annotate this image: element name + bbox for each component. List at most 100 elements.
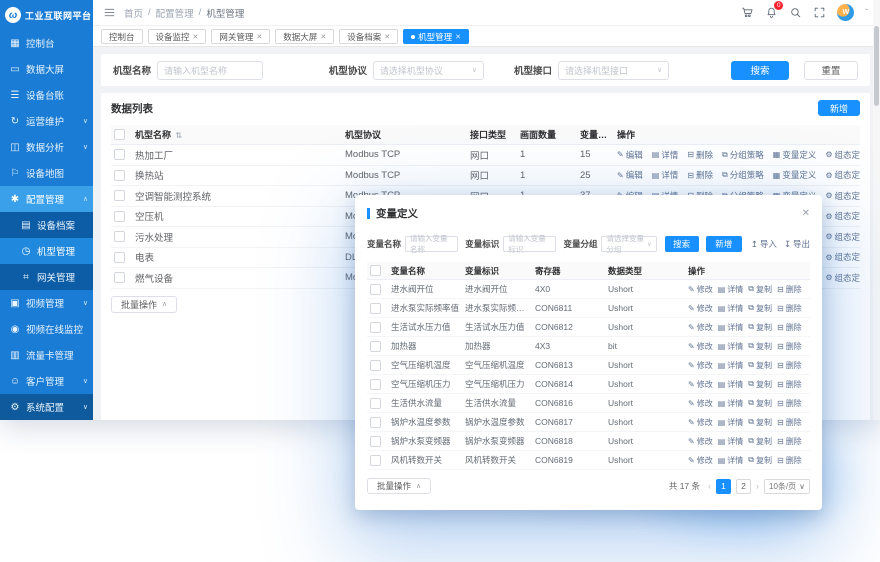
tab[interactable]: 数据大屏 ✕ bbox=[275, 29, 334, 44]
modal-add-button[interactable]: 新增 bbox=[706, 236, 742, 252]
row-action-link[interactable]: ⊟ 删除 bbox=[687, 149, 713, 161]
row-checkbox[interactable] bbox=[370, 284, 381, 295]
row-action-link[interactable]: ✎ 编辑 bbox=[617, 149, 643, 161]
row-action-link[interactable]: ▤ 详情 bbox=[652, 149, 679, 161]
row-action-link[interactable]: ⚙ 组态定义 bbox=[825, 251, 860, 263]
prev-page-icon[interactable]: ‹ bbox=[708, 481, 711, 491]
sidebar-item[interactable]: ✱ 配置管理 ∧ bbox=[0, 186, 93, 212]
row-action-link[interactable]: ⧉ 复制 bbox=[748, 455, 772, 466]
row-action-link[interactable]: ⧉ 复制 bbox=[748, 379, 772, 390]
row-action-link[interactable]: ⧉ 复制 bbox=[748, 303, 772, 314]
model-name-input[interactable]: 请输入机型名称 bbox=[157, 61, 263, 80]
row-action-link[interactable]: ✎ 修改 bbox=[688, 455, 713, 466]
row-action-link[interactable]: ⊟ 删除 bbox=[777, 322, 802, 333]
batch-action-button[interactable]: 批量操作 ∧ bbox=[111, 296, 177, 313]
row-action-link[interactable]: ⧉ 复制 bbox=[748, 284, 772, 295]
scrollbar[interactable] bbox=[873, 0, 880, 420]
tab-close-icon[interactable]: ✕ bbox=[193, 33, 199, 41]
sidebar-item[interactable]: ⚙ 系统配置 ∨ bbox=[0, 394, 93, 420]
sidebar-item[interactable]: ⚐ 设备地图 bbox=[0, 160, 93, 186]
row-checkbox[interactable] bbox=[114, 272, 125, 283]
row-checkbox[interactable] bbox=[370, 341, 381, 352]
row-action-link[interactable]: ✎ 修改 bbox=[688, 436, 713, 447]
row-action-link[interactable]: ▤ 详情 bbox=[718, 436, 744, 447]
row-checkbox[interactable] bbox=[114, 231, 125, 242]
row-action-link[interactable]: ⧉ 复制 bbox=[748, 398, 772, 409]
tab-close-icon[interactable]: ✕ bbox=[320, 33, 326, 41]
row-action-link[interactable]: ▤ 详情 bbox=[718, 322, 744, 333]
import-link[interactable]: ↥ 导入 bbox=[751, 238, 777, 250]
reset-button[interactable]: 重置 bbox=[804, 61, 858, 80]
tab[interactable]: 控制台 ✕ bbox=[101, 29, 143, 44]
search-button[interactable]: 搜索 bbox=[731, 61, 789, 80]
row-checkbox[interactable] bbox=[114, 252, 125, 263]
export-link[interactable]: ↧ 导出 bbox=[784, 238, 810, 250]
row-action-link[interactable]: ⚙ 组态定义 bbox=[825, 272, 860, 284]
row-action-link[interactable]: ▦ 变量定义 bbox=[773, 169, 817, 181]
row-action-link[interactable]: ⊟ 删除 bbox=[777, 360, 802, 371]
row-action-link[interactable]: ✎ 修改 bbox=[688, 284, 713, 295]
next-page-icon[interactable]: › bbox=[756, 481, 759, 491]
row-action-link[interactable]: ⚙ 组态定义 bbox=[825, 231, 860, 243]
row-action-link[interactable]: ▤ 详情 bbox=[718, 455, 744, 466]
row-action-link[interactable]: ⊟ 删除 bbox=[777, 455, 802, 466]
row-action-link[interactable]: ⊟ 删除 bbox=[777, 341, 802, 352]
row-action-link[interactable]: ⚙ 组态定义 bbox=[825, 190, 860, 202]
avatar[interactable]: W bbox=[837, 4, 854, 21]
row-action-link[interactable]: ✎ 修改 bbox=[688, 303, 713, 314]
row-action-link[interactable]: ✎ 修改 bbox=[688, 322, 713, 333]
row-checkbox[interactable] bbox=[114, 170, 125, 181]
row-action-link[interactable]: ⧉ 复制 bbox=[748, 322, 772, 333]
row-action-link[interactable]: ⊟ 删除 bbox=[777, 303, 802, 314]
row-checkbox[interactable] bbox=[114, 149, 125, 160]
select-all-checkbox[interactable] bbox=[114, 129, 125, 140]
page-2-button[interactable]: 2 bbox=[736, 479, 751, 494]
row-checkbox[interactable] bbox=[114, 211, 125, 222]
sidebar-item[interactable]: ▣ 视频管理 ∨ bbox=[0, 290, 93, 316]
tab[interactable]: 设备监控 ✕ bbox=[148, 29, 207, 44]
var-group-select[interactable]: 请选择变量分组 ∨ bbox=[601, 236, 656, 252]
row-action-link[interactable]: ▤ 详情 bbox=[718, 284, 744, 295]
row-checkbox[interactable] bbox=[370, 379, 381, 390]
row-action-link[interactable]: ▤ 详情 bbox=[718, 341, 744, 352]
row-checkbox[interactable] bbox=[370, 455, 381, 466]
sidebar-item[interactable]: ▤ 设备档案 bbox=[0, 212, 93, 238]
row-action-link[interactable]: ⧉ 复制 bbox=[748, 417, 772, 428]
sidebar-item[interactable]: ↻ 运营维护 ∨ bbox=[0, 108, 93, 134]
sidebar-item[interactable]: ◉ 视频在线监控 bbox=[0, 316, 93, 342]
row-action-link[interactable]: ⊟ 删除 bbox=[777, 398, 802, 409]
cart-icon[interactable] bbox=[741, 6, 754, 19]
tab-close-icon[interactable]: ✕ bbox=[384, 33, 390, 41]
row-action-link[interactable]: ▤ 详情 bbox=[718, 303, 744, 314]
row-action-link[interactable]: ✎ 修改 bbox=[688, 379, 713, 390]
row-action-link[interactable]: ⊟ 删除 bbox=[687, 169, 713, 181]
add-button[interactable]: 新增 bbox=[818, 100, 860, 116]
hamburger-icon[interactable] bbox=[103, 6, 116, 19]
var-ident-input[interactable]: 请输入变量标识 bbox=[503, 236, 556, 252]
row-action-link[interactable]: ▤ 详情 bbox=[718, 398, 744, 409]
row-checkbox[interactable] bbox=[370, 360, 381, 371]
bell-icon[interactable]: 0 bbox=[765, 6, 778, 19]
row-action-link[interactable]: ⧉ 分组策略 bbox=[722, 169, 764, 181]
row-checkbox[interactable] bbox=[370, 303, 381, 314]
row-action-link[interactable]: ⧉ 复制 bbox=[748, 341, 772, 352]
row-action-link[interactable]: ✎ 修改 bbox=[688, 360, 713, 371]
row-action-link[interactable]: ✎ 修改 bbox=[688, 341, 713, 352]
tab[interactable]: 机型管理 ✕ bbox=[403, 29, 469, 44]
scrollbar-thumb[interactable] bbox=[874, 26, 879, 106]
row-action-link[interactable]: ▤ 详情 bbox=[718, 360, 744, 371]
breadcrumb-config[interactable]: 配置管理 bbox=[156, 6, 194, 20]
row-action-link[interactable]: ⚙ 组态定义 bbox=[825, 210, 860, 222]
row-checkbox[interactable] bbox=[370, 322, 381, 333]
row-action-link[interactable]: ⊟ 删除 bbox=[777, 379, 802, 390]
modal-batch-action-button[interactable]: 批量操作 ∧ bbox=[367, 478, 431, 494]
row-action-link[interactable]: ✎ 编辑 bbox=[617, 169, 643, 181]
sort-icon[interactable]: ⇅ bbox=[176, 131, 183, 140]
row-action-link[interactable]: ▦ 变量定义 bbox=[773, 149, 817, 161]
page-size-select[interactable]: 10条/页 ∨ bbox=[764, 479, 810, 494]
tab-close-icon[interactable]: ✕ bbox=[455, 33, 461, 41]
var-name-input[interactable]: 请输入变量名称 bbox=[405, 236, 458, 252]
row-action-link[interactable]: ⧉ 复制 bbox=[748, 360, 772, 371]
sidebar-item[interactable]: ☰ 设备台账 bbox=[0, 82, 93, 108]
tab[interactable]: 设备档案 ✕ bbox=[339, 29, 398, 44]
